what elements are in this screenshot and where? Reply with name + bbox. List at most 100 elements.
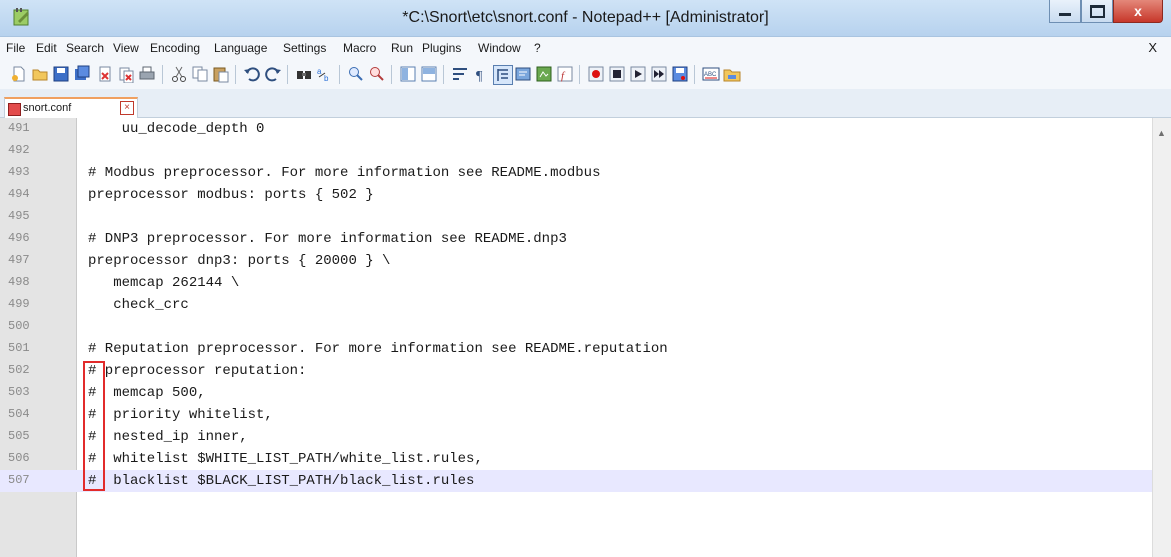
code-line[interactable]: 502 # preprocessor reputation: (0, 360, 1152, 382)
menu-encoding[interactable]: Encoding (150, 41, 200, 55)
cut-icon[interactable] (170, 65, 188, 83)
maximize-icon (1089, 4, 1105, 18)
code-line[interactable]: 497 preprocessor dnp3: ports { 20000 } \ (0, 250, 1152, 272)
scroll-up-arrow-icon[interactable]: ▲ (1156, 128, 1167, 139)
code-line[interactable]: 498 memcap 262144 \ (0, 272, 1152, 294)
function-list-icon[interactable]: f (556, 65, 574, 83)
line-number: 500 (8, 319, 30, 333)
svg-text:b: b (324, 74, 329, 83)
zoom-in-icon[interactable] (347, 65, 365, 83)
record-macro-icon[interactable] (587, 65, 605, 83)
code-text[interactable]: # Modbus preprocessor. For more informat… (88, 165, 600, 181)
code-line[interactable]: 492 (0, 140, 1152, 162)
copy-icon[interactable] (191, 65, 209, 83)
menu-help[interactable]: ? (534, 41, 541, 55)
code-text[interactable]: memcap 262144 \ (88, 275, 239, 291)
code-line[interactable]: 503 # memcap 500, (0, 382, 1152, 404)
code-line[interactable]: 501 # Reputation preprocessor. For more i… (0, 338, 1152, 360)
paste-icon[interactable] (212, 65, 230, 83)
code-text[interactable]: # memcap 500, (88, 385, 206, 401)
code-text[interactable]: uu_decode_depth 0 (88, 121, 265, 137)
close-document-button[interactable]: X (1148, 40, 1157, 55)
word-wrap-icon[interactable] (451, 65, 469, 83)
vertical-scrollbar[interactable]: ▲ (1152, 118, 1171, 557)
close-icon[interactable] (96, 65, 114, 83)
save-all-icon[interactable] (73, 65, 91, 83)
code-line[interactable]: 495 (0, 206, 1152, 228)
toolbar-separator (391, 65, 392, 84)
code-line[interactable]: 504 # priority whitelist, (0, 404, 1152, 426)
line-number: 501 (8, 341, 30, 355)
doc-map-icon[interactable] (535, 65, 553, 83)
code-text[interactable]: # priority whitelist, (88, 407, 273, 423)
find-icon[interactable] (295, 65, 313, 83)
menu-language[interactable]: Language (214, 41, 267, 55)
code-text[interactable]: check_crc (88, 297, 189, 313)
tab-snort-conf[interactable]: snort.conf × (4, 97, 138, 119)
menu-run[interactable]: Run (391, 41, 413, 55)
sync-horizontal-icon[interactable] (420, 65, 438, 83)
tab-bar: snort.conf × (0, 89, 1171, 119)
code-text[interactable]: # Reputation preprocessor. For more info… (88, 341, 668, 357)
editor[interactable]: 491 uu_decode_depth 0 492 493 # Modbus pr… (0, 118, 1171, 557)
save-icon[interactable] (52, 65, 70, 83)
tab-close-icon[interactable]: × (120, 101, 134, 115)
current-code-line[interactable]: 507 # blacklist $BLACK_LIST_PATH/black_li… (0, 470, 1152, 492)
play-macro-icon[interactable] (629, 65, 647, 83)
code-line[interactable]: 506 # whitelist $WHITE_LIST_PATH/white_li… (0, 448, 1152, 470)
line-number: 499 (8, 297, 30, 311)
close-icon: x (1134, 3, 1142, 19)
print-icon[interactable] (138, 65, 156, 83)
stop-macro-icon[interactable] (608, 65, 626, 83)
menu-search[interactable]: Search (66, 41, 104, 55)
close-all-icon[interactable] (117, 65, 135, 83)
replace-icon[interactable]: ab (316, 65, 334, 83)
minimize-button[interactable] (1049, 0, 1081, 23)
code-line[interactable]: 496 # DNP3 preprocessor. For more informa… (0, 228, 1152, 250)
line-number: 503 (8, 385, 30, 399)
save-macro-icon[interactable] (671, 65, 689, 83)
indent-guide-icon[interactable] (493, 65, 513, 85)
code-text[interactable]: # blacklist $BLACK_LIST_PATH/black_list.… (88, 473, 474, 489)
code-line[interactable]: 500 (0, 316, 1152, 338)
menu-macro[interactable]: Macro (343, 41, 376, 55)
window-controls: x (1049, 0, 1163, 23)
code-text[interactable]: # DNP3 preprocessor. For more informatio… (88, 231, 567, 247)
code-text[interactable]: # nested_ip inner, (88, 429, 248, 445)
folder-icon[interactable] (723, 65, 741, 83)
code-line[interactable]: 505 # nested_ip inner, (0, 426, 1152, 448)
show-all-chars-icon[interactable]: ¶ (472, 65, 490, 83)
menu-view[interactable]: View (113, 41, 139, 55)
menu-window[interactable]: Window (478, 41, 521, 55)
svg-text:¶: ¶ (476, 69, 483, 83)
code-line[interactable]: 499 check_crc (0, 294, 1152, 316)
sync-vertical-icon[interactable] (399, 65, 417, 83)
annotation-highlight-box (83, 361, 105, 491)
spell-check-icon[interactable]: ABC (702, 65, 720, 83)
maximize-button[interactable] (1081, 0, 1113, 23)
title-bar[interactable]: *C:\Snort\etc\snort.conf - Notepad++ [Ad… (0, 0, 1171, 37)
undo-icon[interactable] (243, 65, 261, 83)
code-text[interactable]: preprocessor dnp3: ports { 20000 } \ (88, 253, 390, 269)
menu-settings[interactable]: Settings (283, 41, 326, 55)
menu-plugins[interactable]: Plugins (422, 41, 461, 55)
line-number: 495 (8, 209, 30, 223)
menu-file[interactable]: File (6, 41, 25, 55)
code-text[interactable]: preprocessor modbus: ports { 502 } (88, 187, 374, 203)
open-file-icon[interactable] (31, 65, 49, 83)
code-line[interactable]: 494 preprocessor modbus: ports { 502 } (0, 184, 1152, 206)
code-line[interactable]: 493 # Modbus preprocessor. For more infor… (0, 162, 1152, 184)
user-language-icon[interactable] (514, 65, 532, 83)
menu-edit[interactable]: Edit (36, 41, 57, 55)
line-number: 502 (8, 363, 30, 377)
code-line[interactable]: 491 uu_decode_depth 0 (0, 118, 1152, 140)
toolbar-separator (694, 65, 695, 84)
code-text[interactable]: # preprocessor reputation: (88, 363, 306, 379)
close-window-button[interactable]: x (1113, 0, 1163, 23)
zoom-out-icon[interactable] (368, 65, 386, 83)
redo-icon[interactable] (264, 65, 282, 83)
code-text[interactable]: # whitelist $WHITE_LIST_PATH/white_list.… (88, 451, 483, 467)
tab-label: snort.conf (23, 102, 72, 114)
run-macro-multiple-icon[interactable] (650, 65, 668, 83)
new-file-icon[interactable] (10, 65, 28, 83)
